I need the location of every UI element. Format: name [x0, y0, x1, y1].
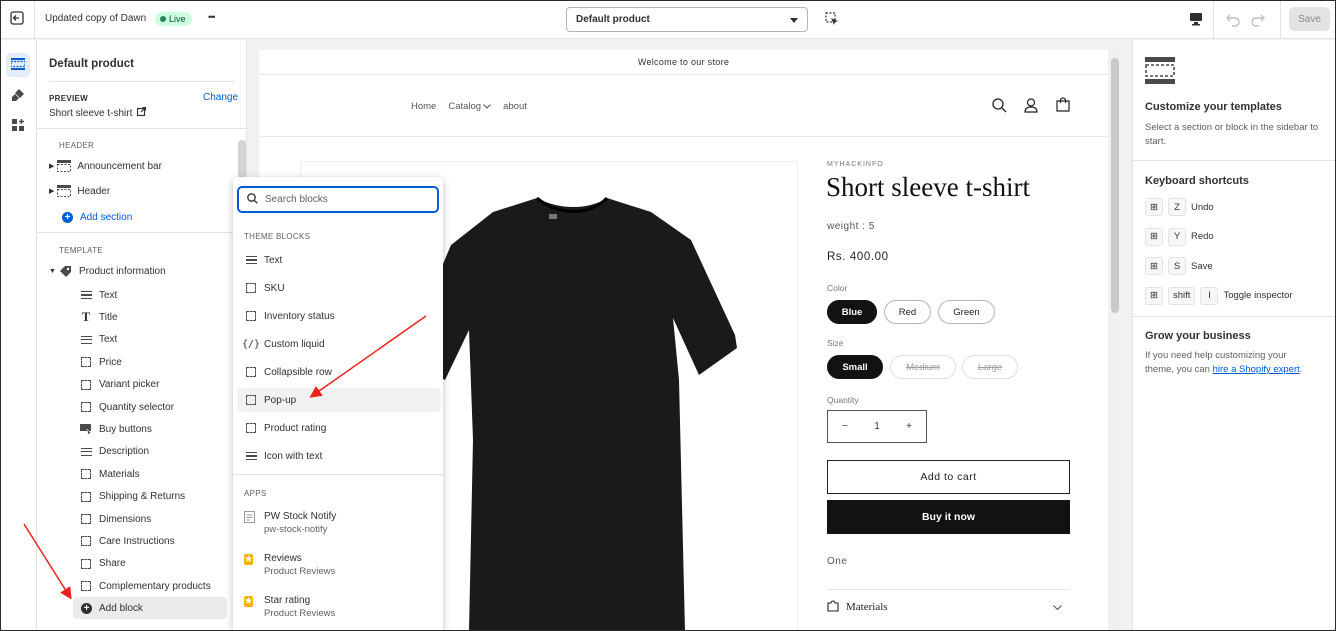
arrow-to-add-block: [23, 523, 72, 600]
arrow-to-popup-block: [309, 315, 427, 398]
annotation-arrows: [23, 315, 427, 600]
